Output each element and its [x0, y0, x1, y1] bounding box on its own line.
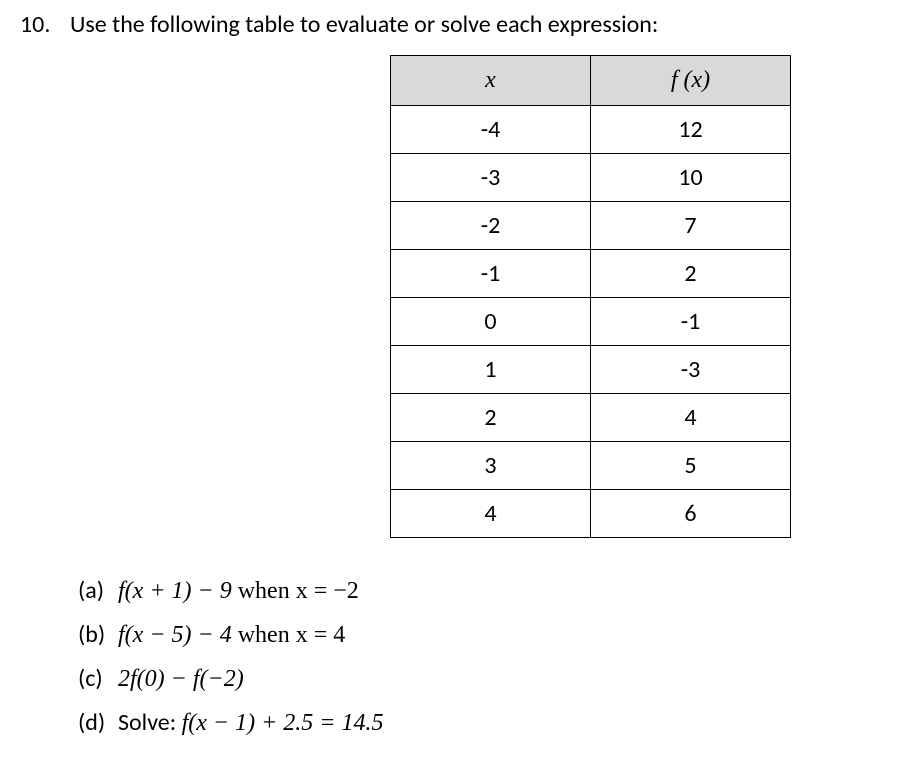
- cell-fx: 2: [591, 250, 791, 298]
- question-number: 10.: [20, 10, 62, 39]
- table-row: 0 -1: [391, 298, 791, 346]
- part-b: (b) f(x − 5) − 4 when x = 4: [78, 617, 904, 653]
- table-row: 4 6: [391, 490, 791, 538]
- part-expression: f(x + 1) − 9: [118, 578, 232, 604]
- cell-fx: 5: [591, 442, 791, 490]
- cell-x: 3: [391, 442, 591, 490]
- table-header-row: x f (x): [391, 56, 791, 106]
- question-parts: (a) f(x + 1) − 9 when x = −2 (b) f(x − 5…: [78, 573, 904, 741]
- cell-x: 1: [391, 346, 591, 394]
- cell-x: -3: [391, 154, 591, 202]
- part-condition: when x = −2: [232, 578, 359, 604]
- cell-x: 2: [391, 394, 591, 442]
- cell-x: 4: [391, 490, 591, 538]
- part-expression: f(x − 1) + 2.5 = 14.5: [182, 710, 384, 736]
- cell-x: 0: [391, 298, 591, 346]
- table-row: 3 5: [391, 442, 791, 490]
- part-expression: f(x − 5) − 4: [118, 622, 232, 648]
- table-row: 1 -3: [391, 346, 791, 394]
- part-label: (d): [78, 705, 118, 741]
- part-content: 2f(0) − f(−2): [118, 661, 244, 697]
- cell-fx: 10: [591, 154, 791, 202]
- part-condition: when x = 4: [232, 622, 346, 648]
- header-x: x: [391, 56, 591, 106]
- cell-x: -4: [391, 106, 591, 154]
- table-row: -3 10: [391, 154, 791, 202]
- table-row: -1 2: [391, 250, 791, 298]
- cell-fx: 7: [591, 202, 791, 250]
- function-table-container: x f (x) -4 12 -3 10 -2 7 -1 2 0: [390, 55, 904, 538]
- cell-fx: 6: [591, 490, 791, 538]
- cell-x: -1: [391, 250, 591, 298]
- part-label: (c): [78, 661, 118, 697]
- cell-fx: -3: [591, 346, 791, 394]
- question-header: 10. Use the following table to evaluate …: [20, 10, 904, 39]
- part-label: (b): [78, 617, 118, 653]
- function-table: x f (x) -4 12 -3 10 -2 7 -1 2 0: [390, 55, 791, 538]
- part-content: f(x + 1) − 9 when x = −2: [118, 573, 359, 609]
- question-text: Use the following table to evaluate or s…: [70, 10, 904, 39]
- table-row: -4 12: [391, 106, 791, 154]
- cell-x: -2: [391, 202, 591, 250]
- part-c: (c) 2f(0) − f(−2): [78, 661, 904, 697]
- part-prefix: Solve:: [118, 708, 182, 737]
- part-label: (a): [78, 573, 118, 609]
- header-fx: f (x): [591, 56, 791, 106]
- part-expression: 2f(0) − f(−2): [118, 666, 244, 692]
- table-row: 2 4: [391, 394, 791, 442]
- cell-fx: 12: [591, 106, 791, 154]
- cell-fx: 4: [591, 394, 791, 442]
- part-content: Solve: f(x − 1) + 2.5 = 14.5: [118, 705, 383, 741]
- cell-fx: -1: [591, 298, 791, 346]
- part-a: (a) f(x + 1) − 9 when x = −2: [78, 573, 904, 609]
- part-d: (d) Solve: f(x − 1) + 2.5 = 14.5: [78, 705, 904, 741]
- table-row: -2 7: [391, 202, 791, 250]
- part-content: f(x − 5) − 4 when x = 4: [118, 617, 345, 653]
